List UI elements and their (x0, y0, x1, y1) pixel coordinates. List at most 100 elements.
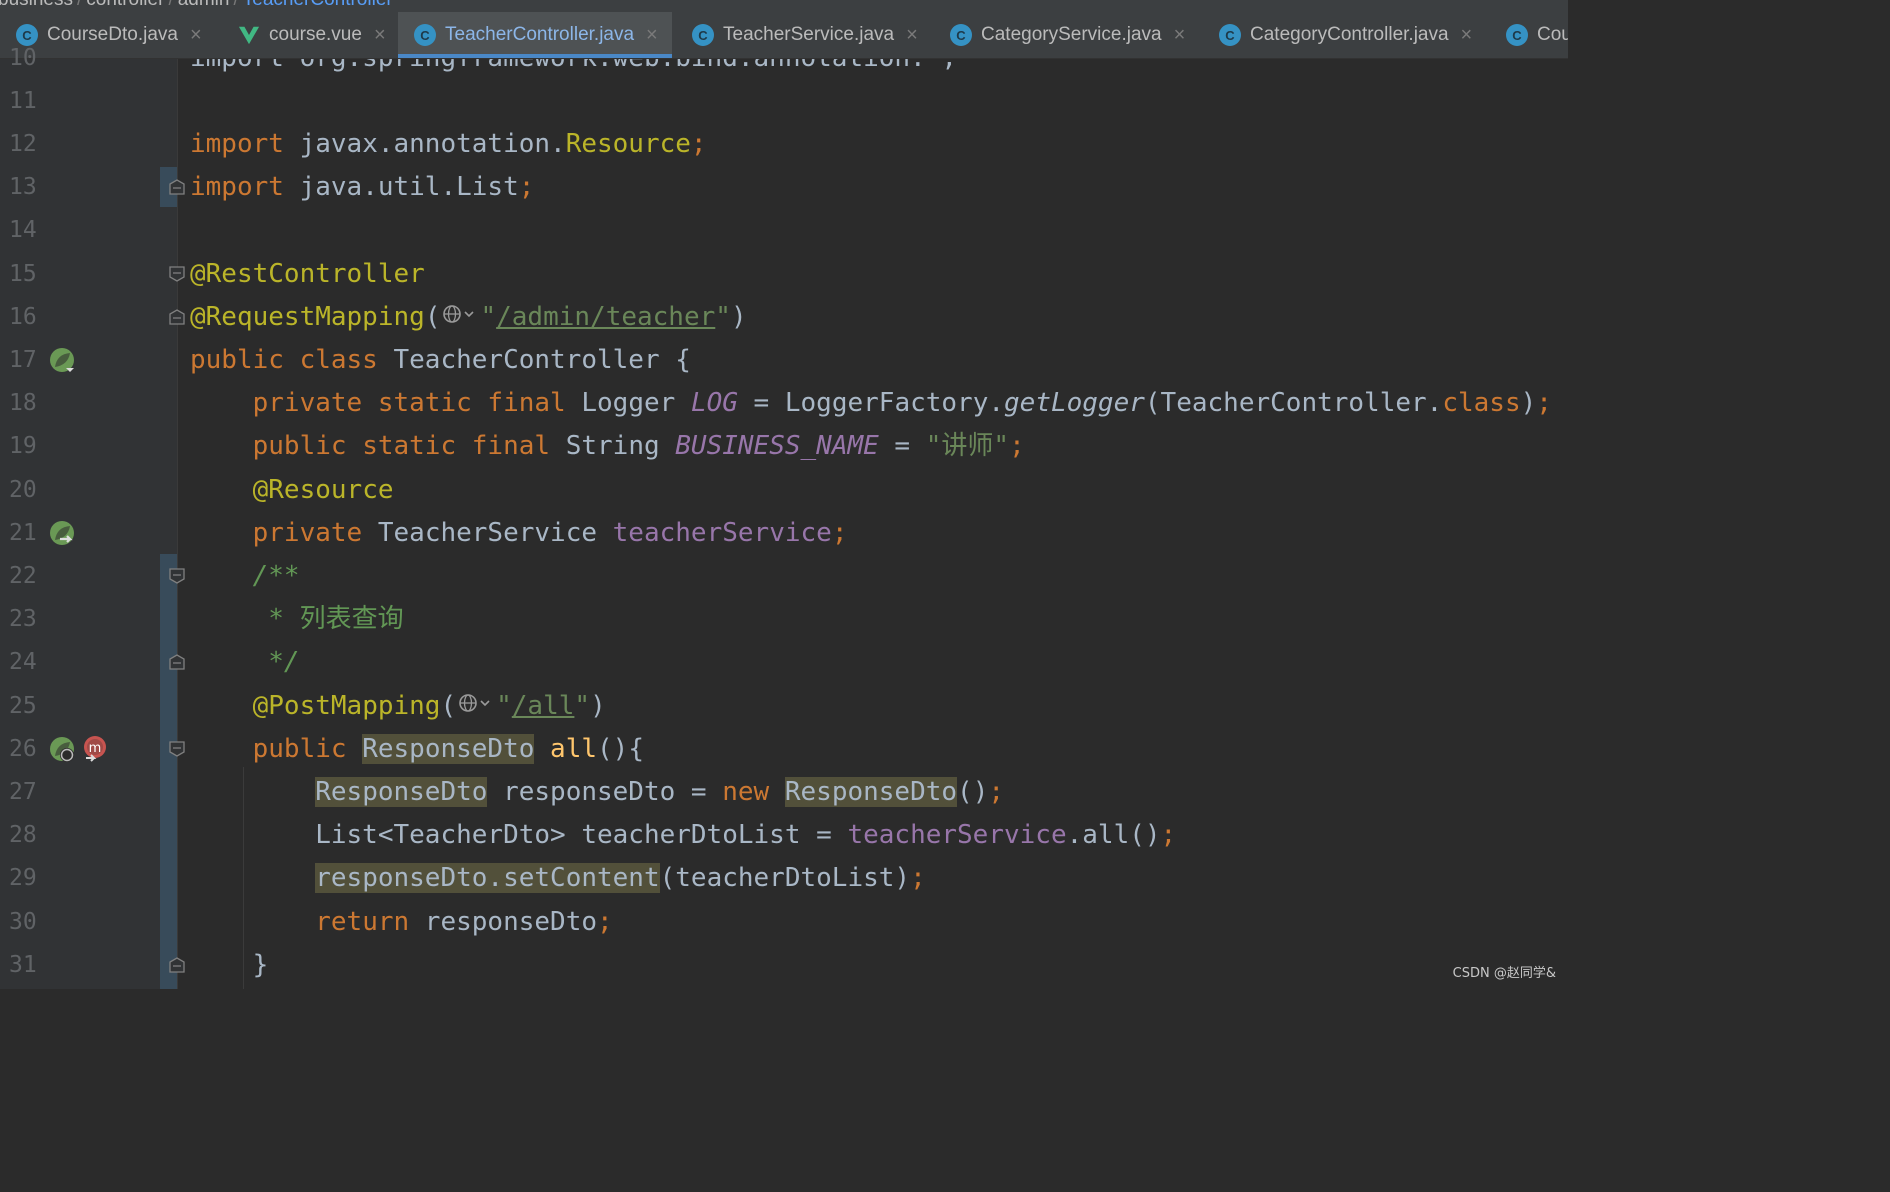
line-number[interactable]: 27 (9, 771, 49, 814)
fold-collapse-icon[interactable] (168, 567, 186, 585)
web-endpoint-globe-icon[interactable] (456, 690, 496, 716)
breadcrumb-item[interactable]: admin (178, 0, 230, 10)
line-number[interactable]: 11 (9, 80, 49, 123)
line-number[interactable]: 23 (9, 598, 49, 641)
code-token: = (878, 431, 926, 462)
close-tab-icon[interactable]: × (1461, 24, 1473, 47)
code-line[interactable]: public class TeacherController { (190, 339, 691, 382)
code-token: ( (424, 301, 441, 332)
code-editor[interactable]: import org.springframework.web.bind.anno… (190, 59, 1568, 989)
code-line[interactable]: public ResponseDto all(){ (190, 728, 644, 771)
line-number[interactable]: 10 (9, 37, 49, 80)
line-number[interactable]: 19 (9, 425, 49, 468)
spring-bean-icon[interactable] (47, 345, 77, 375)
code-line[interactable]: responseDto.setContent(teacherDtoList); (190, 857, 926, 900)
code-line[interactable]: import javax.annotation.Resource; (190, 123, 707, 166)
vcs-change-marker[interactable] (160, 554, 177, 989)
code-line[interactable]: /** (190, 555, 300, 598)
code-token: ResponseDto (784, 776, 958, 807)
tab-categorycontroller-java[interactable]: C CategoryController.java × (1203, 12, 1486, 58)
code-token: LOG (690, 388, 738, 419)
tab-teacherservice-java[interactable]: C TeacherService.java × (676, 12, 932, 58)
tab-teachercontroller-java[interactable]: C TeacherController.java × (398, 12, 672, 58)
code-line[interactable]: */ (190, 641, 299, 684)
code-token: java.util.List (283, 172, 519, 203)
tab-course-vue[interactable]: course.vue × (222, 12, 400, 58)
method-marker-icon[interactable]: m (80, 734, 110, 764)
fold-collapse-icon[interactable] (168, 265, 186, 283)
breadcrumb-item[interactable]: TeacherController (243, 0, 393, 10)
code-line[interactable]: return responseDto; (190, 901, 612, 944)
code-line[interactable]: public static final String BUSINESS_NAME… (190, 425, 1025, 468)
line-number[interactable]: 12 (9, 123, 49, 166)
breadcrumb-item[interactable]: controller (86, 0, 164, 10)
tab-label: Cou (1537, 24, 1568, 45)
close-tab-icon[interactable]: × (190, 24, 202, 47)
code-line[interactable]: @PostMapping("/all") (190, 685, 606, 728)
tab-categoryservice-java[interactable]: C CategoryService.java × (934, 12, 1199, 58)
code-line[interactable]: @Resource (190, 469, 394, 512)
code-line[interactable]: ResponseDto responseDto = new ResponseDt… (190, 771, 1004, 814)
fold-end-icon[interactable] (168, 956, 186, 974)
breadcrumb-path[interactable]: business/controller/admin/TeacherControl… (0, 0, 393, 11)
line-number[interactable]: 26 (9, 728, 49, 771)
code-token: .all() (1066, 820, 1161, 851)
line-number[interactable]: 24 (9, 641, 49, 684)
line-number[interactable]: 30 (9, 901, 49, 944)
code-line[interactable]: private TeacherService teacherService; (190, 512, 848, 555)
close-tab-icon[interactable]: × (906, 24, 918, 47)
close-tab-icon[interactable]: × (1174, 24, 1186, 47)
svg-text:m: m (89, 741, 102, 756)
line-number[interactable]: 16 (9, 296, 49, 339)
line-number[interactable]: 21 (9, 512, 49, 555)
code-token: /** (252, 560, 300, 591)
code-token: responseDto = (487, 776, 723, 807)
spring-endpoint-icon[interactable] (47, 734, 77, 764)
code-line[interactable]: } (190, 944, 269, 987)
code-line[interactable]: @RequestMapping("/admin/teacher") (190, 296, 747, 339)
line-number[interactable]: 28 (9, 814, 49, 857)
code-line[interactable]: import org.springframework.web.bind.anno… (190, 59, 957, 80)
code-token: ; (831, 517, 848, 548)
code-line[interactable]: private static final Logger LOG = Logger… (190, 382, 1552, 425)
breadcrumb-separator: / (77, 0, 82, 10)
breadcrumb-item[interactable]: business (0, 0, 73, 10)
code-token: public (252, 733, 347, 764)
gutter-divider (177, 59, 178, 989)
code-line[interactable]: List<TeacherDto> teacherDtoList = teache… (190, 814, 1176, 857)
code-token: import (190, 128, 284, 159)
web-endpoint-globe-icon[interactable] (440, 301, 480, 327)
code-token: all (550, 733, 598, 764)
line-number[interactable]: 18 (9, 382, 49, 425)
close-tab-icon[interactable]: × (646, 24, 658, 47)
fold-end-icon[interactable] (168, 178, 186, 196)
tab-label: CategoryService.java (981, 24, 1162, 45)
code-token: ; (1009, 431, 1025, 462)
code-token: @RequestMapping (190, 301, 425, 332)
tab-cou[interactable]: C Cou (1490, 12, 1568, 58)
line-number[interactable]: 25 (9, 685, 49, 728)
line-number[interactable]: 15 (9, 253, 49, 296)
code-line[interactable]: @RestController (190, 253, 425, 296)
spring-bean-navigate-icon[interactable] (47, 518, 77, 548)
line-number[interactable]: 31 (9, 944, 49, 987)
code-line[interactable]: import java.util.List; (190, 166, 534, 209)
line-number[interactable]: 20 (9, 469, 49, 512)
line-number[interactable]: 14 (9, 209, 49, 252)
code-token: "讲师" (925, 431, 1010, 462)
java-class-icon: C (414, 24, 436, 46)
fold-end-icon[interactable] (168, 653, 186, 671)
line-number[interactable]: 29 (9, 857, 49, 900)
fold-end-icon[interactable] (168, 308, 186, 326)
line-number[interactable]: 17 (9, 339, 49, 382)
line-number[interactable]: 13 (9, 166, 49, 209)
close-tab-icon[interactable]: × (374, 24, 386, 47)
code-line[interactable]: * 列表查询 (190, 598, 403, 641)
fold-collapse-icon[interactable] (168, 740, 186, 758)
code-token: ; (690, 128, 707, 159)
line-number[interactable]: 22 (9, 555, 49, 598)
